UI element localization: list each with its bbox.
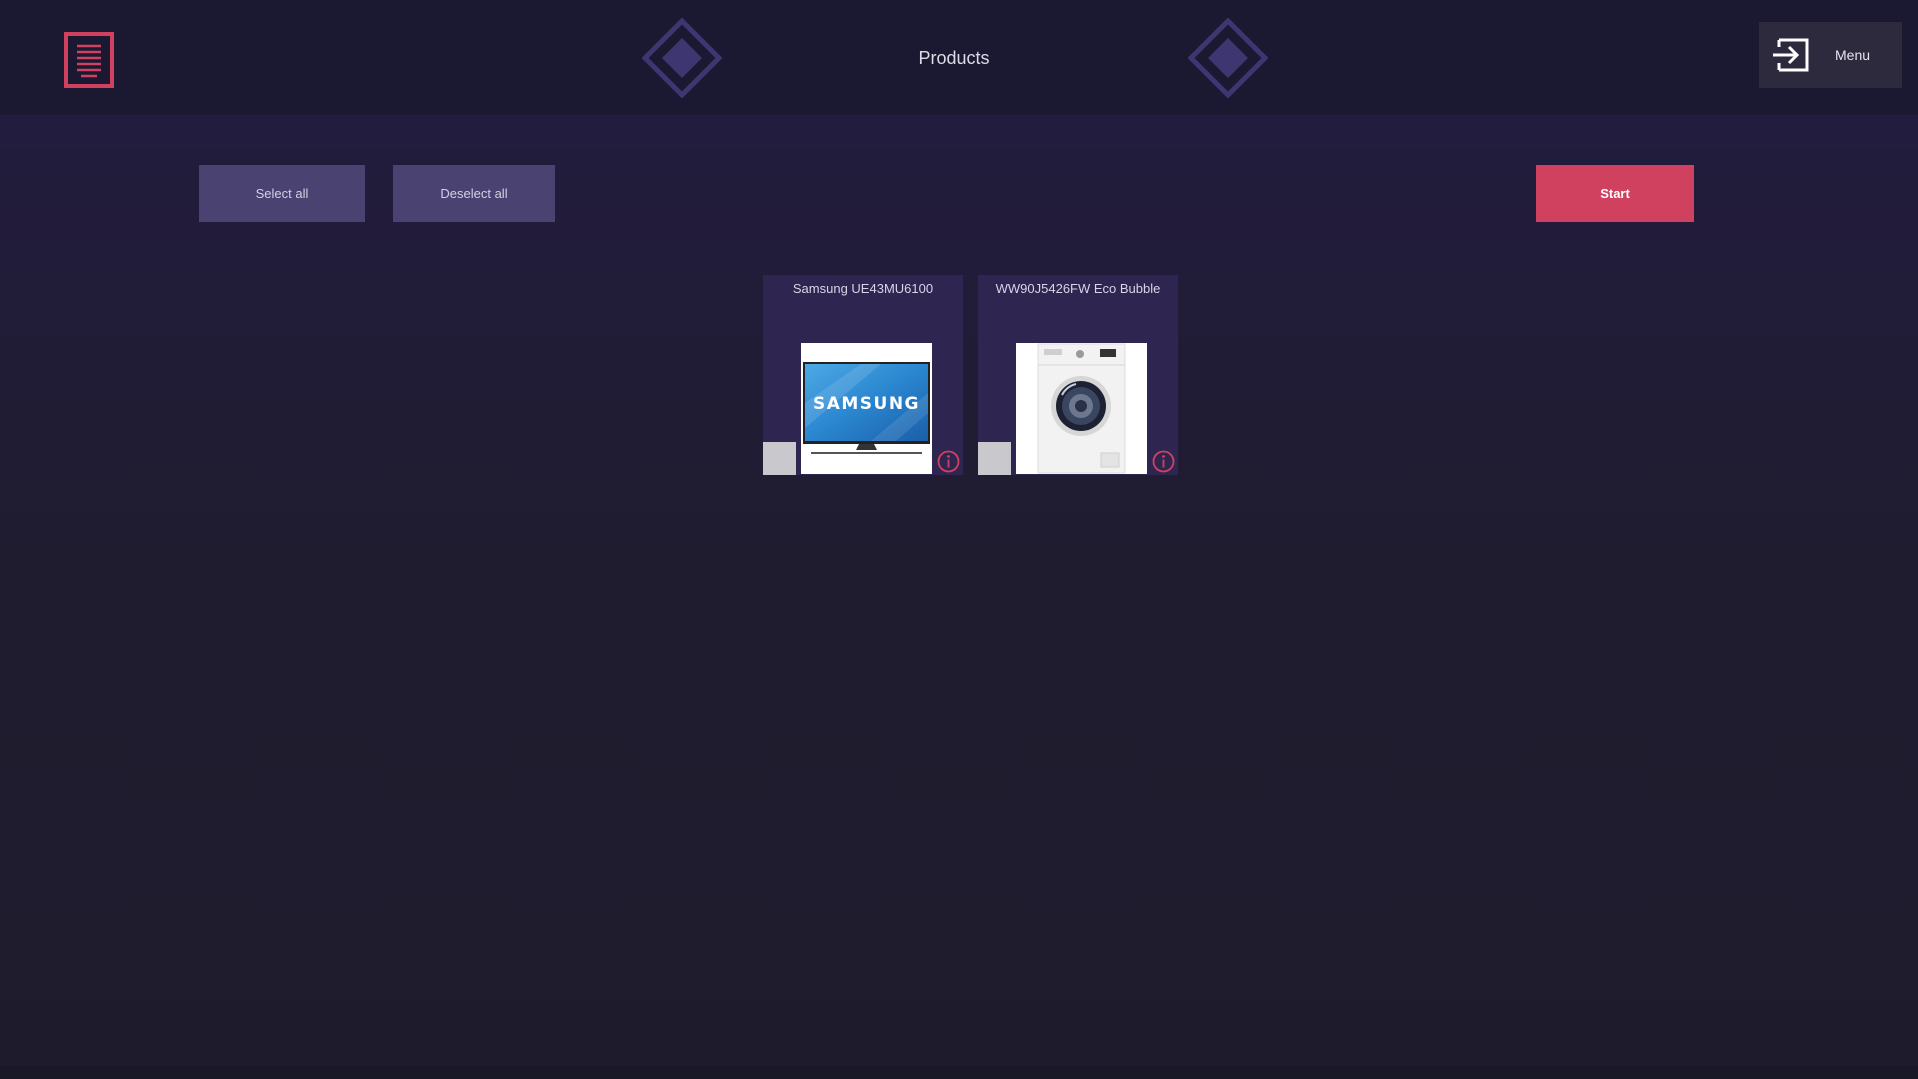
select-all-button[interactable]: Select all — [199, 165, 365, 222]
decorative-diamond-right — [1187, 17, 1269, 99]
product-card[interactable]: Samsung UE43MU6100 SAMSUNG — [763, 275, 963, 475]
tv-icon: SAMSUNG — [801, 343, 932, 474]
products-page: Products Menu Select all Deselect all St… — [0, 0, 1918, 1079]
info-icon[interactable] — [1152, 450, 1175, 473]
product-name: Samsung UE43MU6100 — [792, 281, 934, 296]
start-button[interactable]: Start — [1536, 165, 1694, 222]
menu-button[interactable]: Menu — [1759, 22, 1902, 88]
product-name: WW90J5426FW Eco Bubble — [995, 281, 1161, 296]
sign-in-arrow-icon — [1771, 36, 1811, 74]
info-icon[interactable] — [937, 450, 960, 473]
footer-strip — [0, 1066, 1918, 1079]
product-card[interactable]: WW90J5426FW Eco Bubble — [978, 275, 1178, 475]
select-checkbox[interactable] — [978, 442, 1011, 475]
deselect-all-button[interactable]: Deselect all — [393, 165, 555, 222]
menu-label: Menu — [1835, 47, 1871, 63]
select-checkbox[interactable] — [763, 442, 796, 475]
decorative-diamond-left — [641, 17, 723, 99]
top-bar: Products Menu — [0, 0, 1918, 115]
document-list-icon[interactable] — [64, 32, 114, 88]
washing-machine-icon — [1016, 343, 1147, 474]
page-title: Products — [918, 48, 990, 68]
tv-brand-text: SAMSUNG — [813, 394, 920, 414]
